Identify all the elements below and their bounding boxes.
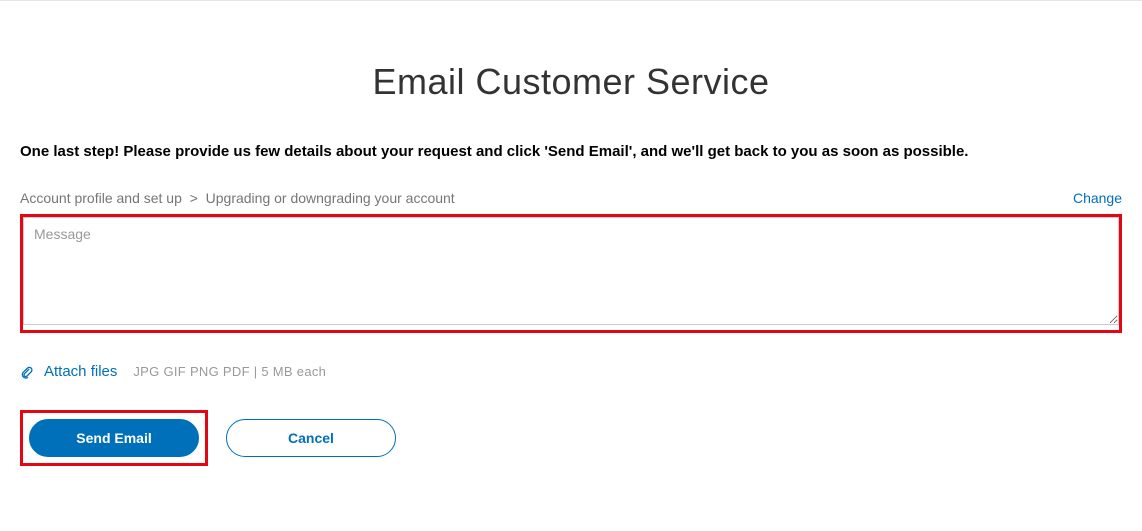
attach-files-link[interactable]: Attach files [44,363,117,380]
attach-row: Attach files JPG GIF PNG PDF | 5 MB each [20,363,1122,380]
change-link[interactable]: Change [1073,190,1122,206]
instruction-text: One last step! Please provide us few det… [20,143,1122,160]
button-row: Send Email Cancel [20,410,1122,466]
page-title: Email Customer Service [20,61,1122,103]
send-email-button[interactable]: Send Email [29,419,199,457]
breadcrumb-subcategory: Upgrading or downgrading your account [206,190,455,206]
send-highlight-box: Send Email [20,410,208,466]
breadcrumb-row: Account profile and set up > Upgrading o… [20,190,1122,206]
message-highlight-box [20,214,1122,333]
message-textarea[interactable] [23,217,1119,325]
attach-hint: JPG GIF PNG PDF | 5 MB each [133,364,326,379]
breadcrumb: Account profile and set up > Upgrading o… [20,190,455,206]
paperclip-icon [20,364,34,380]
breadcrumb-category: Account profile and set up [20,190,182,206]
cancel-button[interactable]: Cancel [226,419,396,457]
breadcrumb-separator: > [190,190,198,206]
